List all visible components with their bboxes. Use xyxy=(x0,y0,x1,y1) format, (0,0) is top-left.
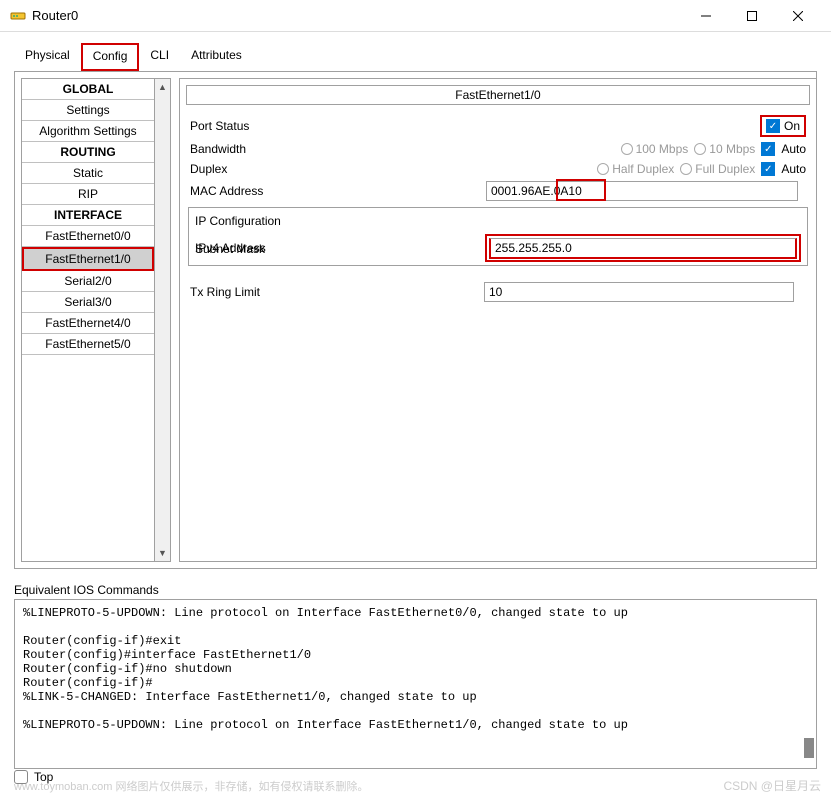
duplex-full-label: Full Duplex xyxy=(695,162,755,176)
ios-output[interactable]: %LINEPROTO-5-UPDOWN: Line protocol on In… xyxy=(14,599,817,769)
bandwidth-10-label: 10 Mbps xyxy=(709,142,755,156)
close-button[interactable] xyxy=(775,1,821,31)
sidebar-item-s30[interactable]: Serial3/0 xyxy=(22,292,154,313)
tab-config[interactable]: Config xyxy=(81,43,140,71)
ip-config-label: IP Configuration xyxy=(195,212,801,232)
txring-input[interactable] xyxy=(484,282,794,302)
duplex-half-label: Half Duplex xyxy=(612,162,674,176)
sidebar-item-rip[interactable]: RIP xyxy=(22,184,154,205)
sidebar-header-interface: INTERFACE xyxy=(22,205,154,226)
sidebar: GLOBAL Settings Algorithm Settings ROUTI… xyxy=(21,78,155,562)
sidebar-item-fe10[interactable]: FastEthernet1/0 xyxy=(22,247,154,271)
port-status-label: Port Status xyxy=(190,119,300,133)
bandwidth-label: Bandwidth xyxy=(190,142,300,156)
scroll-up-icon[interactable]: ▲ xyxy=(158,79,167,95)
sidebar-item-static[interactable]: Static xyxy=(22,163,154,184)
watermark-toymoban: www.toymoban.com 网络图片仅供展示，非存储，如有侵权请联系删除。 xyxy=(14,778,368,794)
scroll-down-icon[interactable]: ▼ xyxy=(158,545,167,561)
duplex-half-radio[interactable] xyxy=(597,163,609,175)
sidebar-item-fe50[interactable]: FastEthernet5/0 xyxy=(22,334,154,355)
mac-row: MAC Address xyxy=(186,179,810,203)
port-status-on-highlight: ✓ On xyxy=(760,115,806,137)
duplex-auto-label: Auto xyxy=(781,162,806,176)
mac-input[interactable] xyxy=(486,181,798,201)
subnet-label: Subnet Mask xyxy=(195,242,315,256)
panel-title: FastEthernet1/0 xyxy=(186,85,810,105)
bandwidth-auto-label: Auto xyxy=(781,142,806,156)
duplex-full-radio[interactable] xyxy=(680,163,692,175)
bandwidth-10-radio[interactable] xyxy=(694,143,706,155)
router-icon xyxy=(10,8,26,24)
port-status-row: Port Status ✓ On xyxy=(186,113,810,139)
sidebar-item-settings[interactable]: Settings xyxy=(22,100,154,121)
ip-config-group: IP Configuration IPv4 Address Subnet Mas… xyxy=(188,207,808,266)
txring-row: Tx Ring Limit xyxy=(186,280,810,304)
ios-text: %LINEPROTO-5-UPDOWN: Line protocol on In… xyxy=(23,606,628,732)
sidebar-wrap: GLOBAL Settings Algorithm Settings ROUTI… xyxy=(21,78,171,562)
window-title: Router0 xyxy=(32,8,683,23)
tab-attributes[interactable]: Attributes xyxy=(180,43,253,71)
duplex-row: Duplex Half Duplex Full Duplex ✓ Auto xyxy=(186,159,810,179)
bandwidth-auto-checkbox[interactable]: ✓ xyxy=(761,142,775,156)
config-panel: FastEthernet1/0 Port Status ✓ On Bandwid… xyxy=(179,78,817,562)
sidebar-item-algorithm[interactable]: Algorithm Settings xyxy=(22,121,154,142)
watermark-csdn: CSDN @日星月云 xyxy=(723,777,821,794)
mac-label: MAC Address xyxy=(190,184,300,198)
port-status-on-label: On xyxy=(784,119,800,133)
minimize-button[interactable] xyxy=(683,1,729,31)
sidebar-item-s20[interactable]: Serial2/0 xyxy=(22,271,154,292)
tab-bar: Physical Config CLI Attributes xyxy=(14,42,817,71)
sidebar-header-routing: ROUTING xyxy=(22,142,154,163)
ios-section: Equivalent IOS Commands %LINEPROTO-5-UPD… xyxy=(0,577,831,775)
ios-label: Equivalent IOS Commands xyxy=(14,583,817,597)
content-area: Physical Config CLI Attributes GLOBAL Se… xyxy=(0,32,831,577)
tab-physical[interactable]: Physical xyxy=(14,43,81,71)
port-status-checkbox[interactable]: ✓ xyxy=(766,119,780,133)
sidebar-scrollbar[interactable]: ▲ ▼ xyxy=(155,78,171,562)
ios-scrollbar-thumb[interactable] xyxy=(804,738,814,758)
main-panel: GLOBAL Settings Algorithm Settings ROUTI… xyxy=(14,71,817,569)
duplex-auto-checkbox[interactable]: ✓ xyxy=(761,162,775,176)
sidebar-item-fe00[interactable]: FastEthernet0/0 xyxy=(22,226,154,247)
duplex-label: Duplex xyxy=(190,162,300,176)
sidebar-header-global: GLOBAL xyxy=(22,79,154,100)
titlebar: Router0 xyxy=(0,0,831,32)
tab-cli[interactable]: CLI xyxy=(139,43,180,71)
bandwidth-row: Bandwidth 100 Mbps 10 Mbps ✓ Auto xyxy=(186,139,810,159)
bandwidth-100-label: 100 Mbps xyxy=(636,142,689,156)
bandwidth-100-radio[interactable] xyxy=(621,143,633,155)
sidebar-item-fe40[interactable]: FastEthernet4/0 xyxy=(22,313,154,334)
maximize-button[interactable] xyxy=(729,1,775,31)
window-controls xyxy=(683,1,821,31)
subnet-input[interactable] xyxy=(489,238,797,259)
txring-label: Tx Ring Limit xyxy=(190,285,300,299)
